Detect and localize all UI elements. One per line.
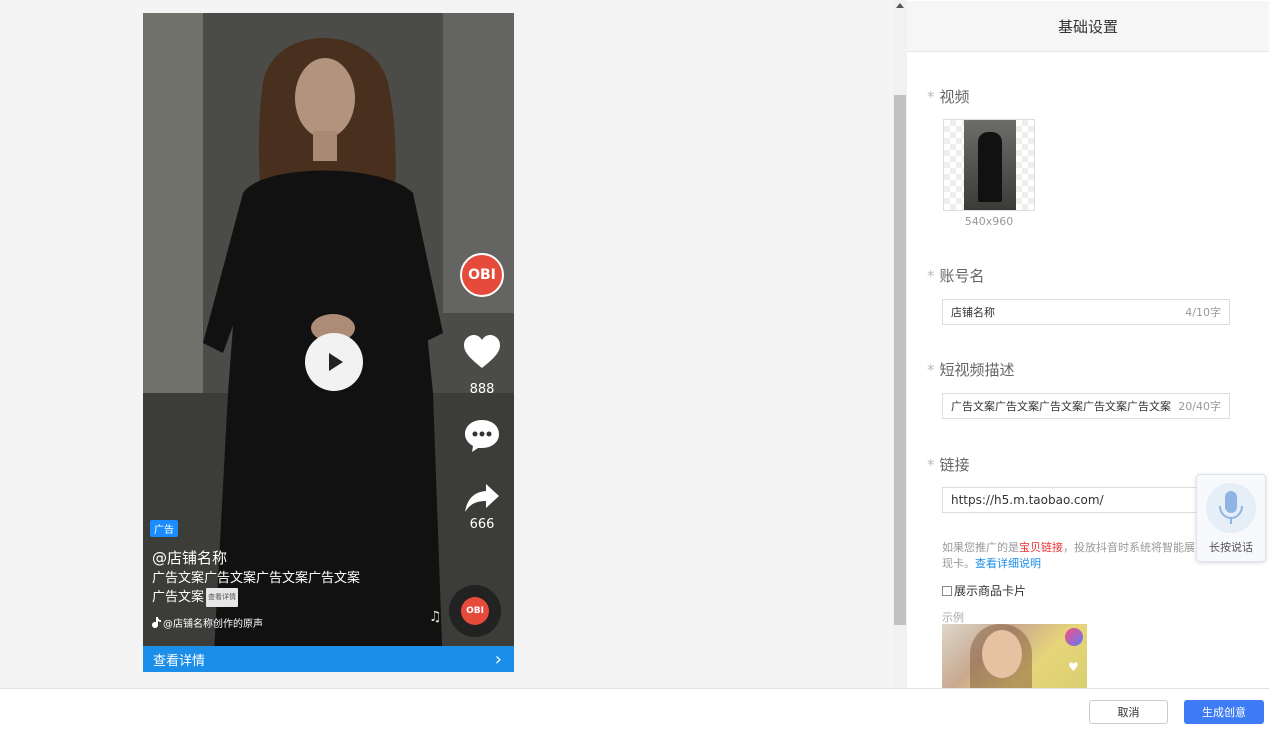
music-disc[interactable]: OBI: [449, 585, 501, 637]
play-icon: [329, 353, 343, 371]
avatar-text: OBI: [468, 267, 496, 283]
video-preview[interactable]: OBI 888 666 广告 @店铺名称 广告文案广告文案广告文案广告文案广告文…: [143, 13, 514, 672]
description-label: * 短视频描述: [927, 359, 1015, 380]
detail-tag: 查看详情: [206, 588, 239, 607]
share-icon: [465, 484, 499, 512]
example-face: [982, 630, 1022, 678]
like-count: 888: [469, 382, 495, 397]
comment-icon: [465, 420, 499, 452]
account-label-text: 账号名: [939, 267, 985, 285]
shop-name: @店铺名称: [152, 549, 228, 567]
example-avatar: [1065, 628, 1083, 646]
required-marker: *: [927, 88, 935, 106]
show-product-card-checkbox[interactable]: [942, 585, 952, 596]
share-button[interactable]: [462, 483, 502, 513]
required-marker: *: [927, 267, 935, 285]
link-value: https://h5.m.taobao.com/: [951, 493, 1104, 507]
description-count: 20/40字: [1178, 400, 1221, 413]
shop-avatar[interactable]: OBI: [460, 253, 504, 297]
hint-prefix: 如果您推广的是: [942, 541, 1019, 554]
link-input[interactable]: https://h5.m.taobao.com/: [942, 487, 1230, 513]
video-label: * 视频: [927, 86, 970, 107]
description-value: 广告文案广告文案广告文案广告文案广告文案: [951, 400, 1171, 413]
disc-avatar-text: OBI: [466, 606, 484, 616]
show-product-card-label: 展示商品卡片: [954, 584, 1027, 598]
voice-button[interactable]: [1206, 483, 1256, 533]
view-details-label: 查看详情: [153, 653, 206, 669]
preview-area: OBI 888 666 广告 @店铺名称 广告文案广告文案广告文案广告文案广告文…: [0, 0, 893, 688]
music-note-icon: ♫: [429, 609, 442, 625]
music-icon: [152, 617, 161, 628]
comment-button[interactable]: [462, 419, 502, 453]
account-name-count: 4/10字: [1185, 306, 1221, 319]
video-label-text: 视频: [939, 88, 970, 106]
chevron-right-icon: ›: [494, 648, 502, 670]
ad-badge: 广告: [150, 520, 178, 537]
required-marker: *: [927, 361, 935, 379]
voice-label: 长按说话: [1209, 541, 1253, 554]
ad-copy-text: 广告文案广告文案广告文案广告文案广告文案: [152, 571, 361, 605]
example-label: 示例: [942, 611, 964, 624]
settings-panel: 基础设置 * 视频 540x960 * 账号名 店铺名称 4/10字 * 短视频描述 …: [907, 0, 1269, 688]
generate-creative-button[interactable]: 生成创意: [1184, 700, 1264, 724]
share-count: 666: [469, 517, 495, 532]
voice-input-widget[interactable]: 长按说话: [1196, 474, 1266, 562]
panel-title: 基础设置: [907, 1, 1269, 52]
play-button[interactable]: [305, 333, 363, 391]
video-thumbnail[interactable]: [943, 119, 1035, 211]
account-name-value: 店铺名称: [951, 306, 995, 319]
footer-bar: 取消 生成创意: [0, 688, 1269, 733]
view-details-bar[interactable]: 查看详情 ›: [143, 646, 514, 672]
cancel-button[interactable]: 取消: [1089, 700, 1168, 724]
microphone-icon: [1219, 491, 1243, 524]
thumbnail-figure: [978, 132, 1002, 202]
view-details-link[interactable]: 查看详细说明: [975, 557, 1041, 570]
thumbnail-image: [964, 120, 1016, 210]
description-input[interactable]: 广告文案广告文案广告文案广告文案广告文案 20/40字: [942, 393, 1230, 419]
show-product-card-option[interactable]: 展示商品卡片: [942, 582, 1026, 599]
scrollbar-thumb[interactable]: [894, 95, 906, 625]
link-label-text: 链接: [939, 456, 970, 474]
disc-avatar: OBI: [461, 597, 489, 625]
scrollbar[interactable]: [893, 0, 907, 688]
like-button[interactable]: [462, 335, 502, 369]
hint-end: 卡。: [953, 557, 975, 570]
link-label: * 链接: [927, 454, 970, 475]
example-image: ♥: [942, 624, 1087, 688]
music-credit-text: @店铺名称创作的原声: [163, 619, 263, 630]
link-hint: 如果您推广的是宝贝链接，投放抖音时系统将智能展现卡。查看详细说明: [942, 540, 1204, 572]
heart-icon: [464, 335, 500, 368]
scroll-up-icon[interactable]: [896, 3, 904, 8]
music-credit: @店铺名称创作的原声: [152, 615, 263, 630]
hint-highlight: 宝贝链接: [1019, 541, 1063, 554]
required-marker: *: [927, 456, 935, 474]
video-size: 540x960: [964, 215, 1014, 228]
ad-copy: 广告文案广告文案广告文案广告文案广告文案 查看详情: [152, 569, 372, 607]
example-heart-icon: ♥: [1068, 660, 1079, 674]
description-label-text: 短视频描述: [939, 361, 1015, 379]
account-label: * 账号名: [927, 265, 985, 286]
account-name-input[interactable]: 店铺名称 4/10字: [942, 299, 1230, 325]
